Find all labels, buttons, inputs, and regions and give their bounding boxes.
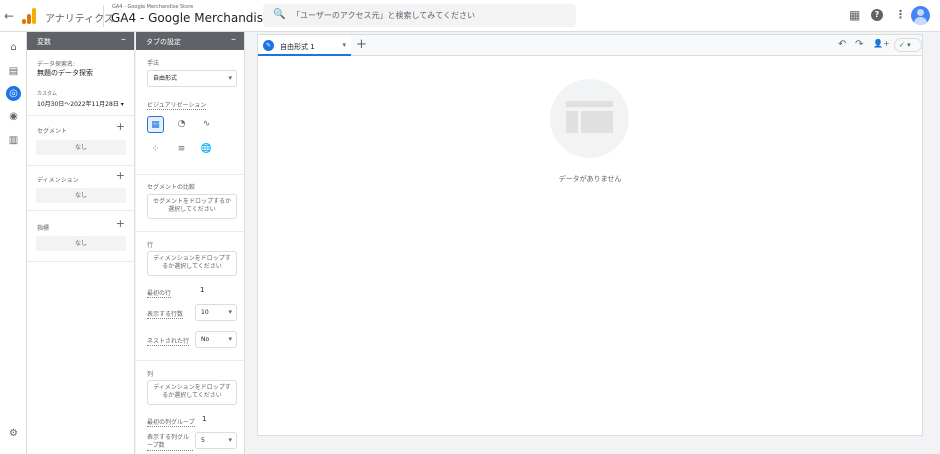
undo-icon[interactable]: ↶	[838, 39, 846, 50]
left-nav-rail: ⌂ ▤ ◎ ◉ ▥ ⚙	[0, 32, 27, 454]
tab-settings-panel: タブの設定 – 手法 自由形式 ビジュアリゼーション ▦ ◔ ∿ ⁘ ≡ 🌐 セ…	[136, 32, 245, 454]
account-name: GA4 - Google Merchandise Store	[112, 4, 194, 10]
apps-grid-icon[interactable]: ▦	[849, 8, 860, 22]
advertising-icon[interactable]: ◉	[6, 109, 21, 124]
bar-viz-icon[interactable]: ≡	[173, 141, 190, 158]
pencil-icon: ✎	[263, 40, 274, 51]
donut-viz-icon[interactable]: ◔	[173, 116, 190, 133]
nested-rows-label: ネストされた行	[147, 338, 190, 346]
divider	[136, 174, 245, 175]
metrics-section: 指標 + なし	[27, 210, 135, 262]
redo-icon[interactable]: ↷	[855, 39, 863, 50]
empty-state-table-icon	[550, 79, 629, 158]
segments-section: セグメント + なし	[27, 115, 135, 165]
first-column-group-input[interactable]: 1	[202, 415, 234, 423]
add-tab-plus-icon[interactable]: +	[356, 37, 367, 52]
columns-label: 列	[147, 371, 154, 378]
add-dimension-plus-icon[interactable]: +	[116, 169, 125, 182]
explore-icon[interactable]: ◎	[6, 86, 21, 101]
visualization-label: ビジュアリゼーション	[147, 102, 207, 110]
add-metric-plus-icon[interactable]: +	[116, 217, 125, 230]
technique-select[interactable]: 自由形式	[147, 70, 237, 87]
analytics-logo-icon	[22, 8, 38, 24]
rows-shown-label: 表示する行数	[147, 311, 184, 319]
table-viz-icon[interactable]: ▦	[147, 116, 164, 133]
dimensions-none: なし	[36, 188, 126, 203]
no-data-message: データがありません	[558, 175, 622, 183]
exploration-canvas: ✎ 自由形式 1 ▾ + ↶ ↷ 👤+ ✓ ▾ データがありません	[257, 34, 923, 436]
add-segment-plus-icon[interactable]: +	[116, 120, 125, 133]
variables-panel: 変数 – データ探索名: 無題のデータ探索 カスタム 10月30日～2022年1…	[27, 32, 135, 454]
segments-label: セグメント	[37, 128, 68, 135]
status-check-icon[interactable]: ✓ ▾	[894, 38, 922, 52]
settings-gear-icon[interactable]: ⚙	[6, 426, 21, 441]
help-icon[interactable]: ?	[871, 9, 883, 21]
avatar[interactable]	[911, 6, 930, 25]
back-arrow-icon[interactable]: ←	[4, 9, 14, 23]
segment-compare-label: セグメントの比較	[147, 184, 196, 191]
first-row-input[interactable]: 1	[200, 286, 232, 294]
metrics-none: なし	[36, 236, 126, 251]
first-row-label: 最初の行	[147, 290, 172, 298]
canvas-tab-bar: ✎ 自由形式 1 ▾ + ↶ ↷ 👤+ ✓ ▾	[258, 35, 922, 56]
search-icon: 🔍	[273, 9, 286, 20]
rows-label: 行	[147, 242, 154, 249]
tab-settings-header: タブの設定 –	[136, 32, 244, 50]
minimize-icon[interactable]: –	[231, 34, 236, 45]
segment-drop-zone[interactable]: セグメントをドロップするか選択してください	[147, 194, 237, 219]
top-bar: ← アナリティクス GA4 - Google Merchandise Store…	[0, 0, 940, 32]
variables-header: 変数 –	[27, 32, 134, 50]
reports-icon[interactable]: ▤	[6, 64, 21, 79]
column-groups-shown-select[interactable]: 5	[195, 432, 237, 449]
scatter-viz-icon[interactable]: ⁘	[147, 141, 164, 158]
search-bar[interactable]: 🔍 「ユーザーのアクセス元」と検索してみてください	[263, 4, 576, 27]
more-vert-icon[interactable]: ⋮	[895, 8, 906, 21]
nested-rows-select[interactable]: No	[195, 331, 237, 348]
chevron-down-icon[interactable]: ▾	[342, 41, 346, 49]
metrics-label: 指標	[37, 225, 50, 232]
date-custom-label: カスタム	[37, 91, 58, 97]
geo-map-viz-icon[interactable]: 🌐	[198, 141, 215, 158]
tab-name: 自由形式 1	[280, 43, 315, 51]
exploration-name[interactable]: 無題のデータ探索	[37, 68, 93, 78]
search-placeholder: 「ユーザーのアクセス元」と検索してみてください	[292, 11, 475, 20]
rows-drop-zone[interactable]: ディメンションをドロップするか選択してください	[147, 251, 237, 276]
configure-icon[interactable]: ▥	[6, 133, 21, 148]
first-column-group-label: 最初の列グループ	[147, 419, 195, 427]
share-person-add-icon[interactable]: 👤+	[873, 39, 890, 48]
minimize-icon[interactable]: –	[121, 34, 126, 45]
home-icon[interactable]: ⌂	[6, 40, 21, 55]
tab-free-form-1[interactable]: ✎ 自由形式 1 ▾	[258, 35, 351, 56]
divider	[136, 231, 245, 232]
exploration-name-label: データ探索名:	[37, 61, 76, 68]
divider	[103, 5, 104, 27]
columns-drop-zone[interactable]: ディメンションをドロップするか選択してください	[147, 380, 237, 405]
technique-label: 手法	[147, 60, 160, 67]
segments-none: なし	[36, 140, 126, 155]
dimensions-section: ディメンション + なし	[27, 165, 135, 210]
line-viz-icon[interactable]: ∿	[198, 116, 215, 133]
divider	[136, 360, 245, 361]
column-groups-shown-label: 表示する列グループ数	[147, 434, 193, 451]
date-range-selector[interactable]: 10月30日～2022年11月28日 ▾	[37, 99, 124, 108]
dimensions-label: ディメンション	[37, 177, 79, 184]
rows-shown-select[interactable]: 10	[195, 304, 237, 321]
